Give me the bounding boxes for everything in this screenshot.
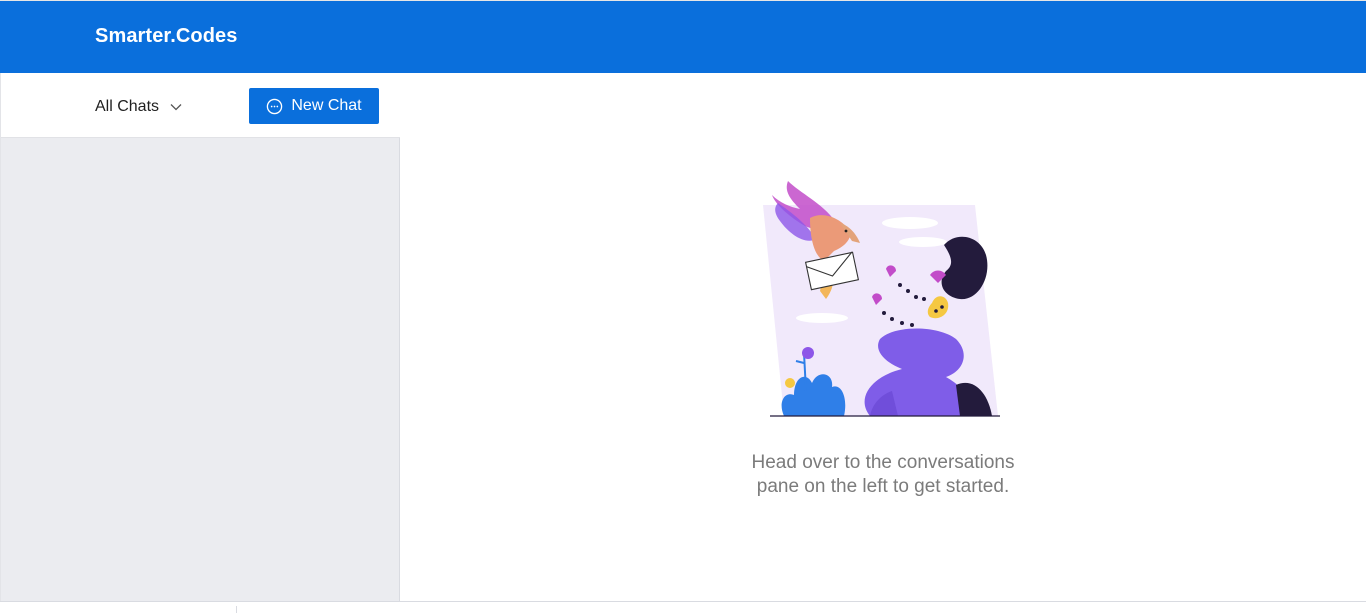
chat-main-pane: Head over to the conversations pane on t… bbox=[400, 73, 1366, 602]
empty-state-line-2: pane on the left to get started. bbox=[756, 476, 1010, 497]
chat-filter-dropdown[interactable]: All Chats bbox=[95, 97, 183, 117]
conversations-pane: All Chats New Chat bbox=[0, 73, 400, 602]
bottom-divider-tick bbox=[236, 606, 237, 613]
conversations-header: All Chats New Chat bbox=[1, 73, 400, 138]
chevron-down-icon bbox=[170, 104, 182, 111]
empty-state-line-1: Head over to the conversations bbox=[751, 452, 1015, 473]
bottom-divider bbox=[0, 601, 1366, 613]
chat-bubble-icon bbox=[267, 98, 283, 114]
brand-logo-text[interactable]: Smarter.Codes bbox=[95, 25, 237, 48]
empty-state-message: Head over to the conversations pane on t… bbox=[683, 451, 1083, 499]
new-chat-button[interactable]: New Chat bbox=[249, 88, 379, 124]
empty-state-illustration bbox=[763, 181, 1000, 417]
chat-filter-label: All Chats bbox=[95, 98, 160, 115]
top-bar: Smarter.Codes bbox=[0, 0, 1366, 73]
new-chat-label: New Chat bbox=[291, 97, 362, 114]
